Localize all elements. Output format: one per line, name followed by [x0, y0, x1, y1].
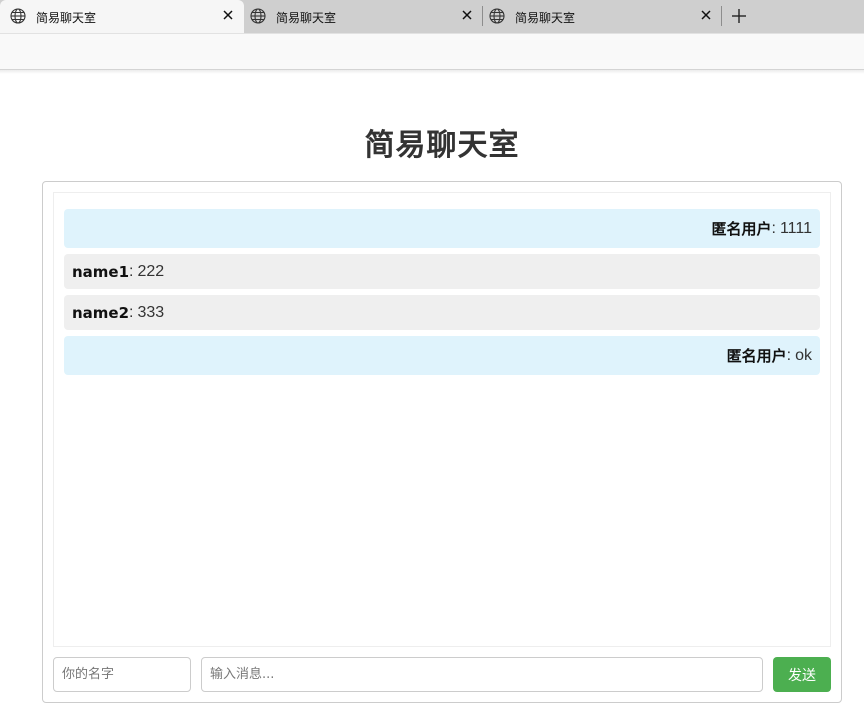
message-item-other: name2:333 [64, 295, 820, 330]
chat-container: 匿名用户:1111 name1:222 name2:333 匿名用户:ok 发送 [42, 181, 842, 703]
message-text: 222 [137, 262, 165, 280]
message-item-self: 匿名用户: ok [64, 336, 820, 375]
message-input[interactable] [201, 657, 763, 692]
message-text: 1111 [779, 219, 812, 237]
message-list[interactable]: 匿名用户:1111 name1:222 name2:333 匿名用户: ok [53, 192, 831, 647]
tab-title: 简易聊天室 [36, 11, 97, 25]
browser-tab-1[interactable]: 简易聊天室 [0, 0, 244, 33]
browser-tab-2[interactable]: 简易聊天室 [244, 0, 482, 33]
browser-toolbar [0, 33, 864, 70]
message-sender: 匿名用户 [711, 220, 772, 238]
close-icon[interactable] [220, 7, 236, 23]
globe-icon [250, 8, 266, 24]
message-sender: 匿名用户 [726, 347, 787, 365]
message-separator: : [786, 346, 792, 364]
message-sender: name2 [72, 303, 130, 322]
message-text: ok [795, 346, 812, 364]
new-tab-plus-icon[interactable] [730, 7, 748, 25]
browser-tab-3[interactable]: 简易聊天室 [483, 0, 721, 33]
message-item-other: name1:222 [64, 254, 820, 289]
toolbar-divider [0, 70, 864, 74]
message-sender: name1 [72, 262, 130, 281]
close-icon[interactable] [698, 7, 714, 23]
close-icon[interactable] [459, 7, 475, 23]
globe-icon [489, 8, 505, 24]
message-text: 333 [137, 303, 165, 321]
message-separator: : [129, 303, 134, 321]
tab-title: 简易聊天室 [515, 11, 576, 25]
send-button[interactable]: 发送 [773, 657, 831, 692]
message-separator: : [129, 262, 134, 280]
tab-title: 简易聊天室 [276, 11, 337, 25]
globe-icon [10, 8, 26, 24]
browser-tab-strip: 简易聊天室 简易聊天室 简易聊天室 [0, 0, 864, 33]
message-separator: : [771, 219, 776, 237]
tab-separator [721, 6, 722, 26]
message-item-self: 匿名用户:1111 [64, 209, 820, 248]
page-title: 简易聊天室 [364, 128, 520, 163]
name-input[interactable] [53, 657, 191, 692]
